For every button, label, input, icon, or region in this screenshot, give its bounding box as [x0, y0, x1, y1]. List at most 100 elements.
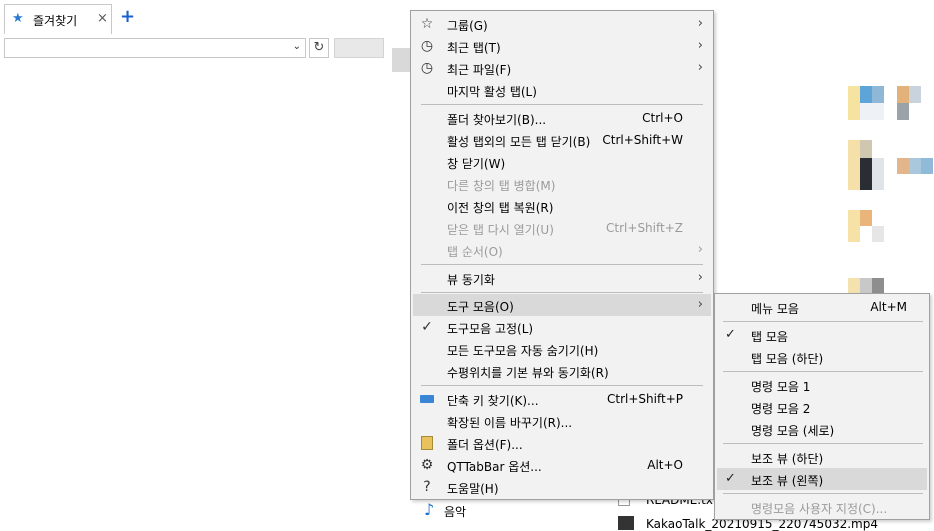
submenu-item-label: 명령 모음 1 — [751, 380, 811, 394]
thumbnail — [872, 86, 884, 103]
thumbnail — [872, 278, 884, 294]
submenu-item-command-bar-vertical[interactable]: 명령 모음 (세로) — [717, 418, 927, 440]
menu-item-autohide-toolbars[interactable]: 모든 도구모음 자동 숨기기(H) — [413, 338, 711, 360]
menu-item-groups[interactable]: ☆ 그룹(G) › — [413, 13, 711, 35]
menu-item-browse-folder[interactable]: 폴더 찾아보기(B)... Ctrl+O — [413, 107, 711, 129]
menu-item-label: 이전 창의 탭 복원(R) — [447, 201, 554, 215]
menu-item-last-active-tab[interactable]: 마지막 활성 탭(L) — [413, 79, 711, 101]
menu-item-label: 도움말(H) — [447, 482, 499, 496]
submenu-item-label: 명령 모음 (세로) — [751, 424, 835, 438]
menu-item-recent-files[interactable]: ◷ 최근 파일(F) › — [413, 57, 711, 79]
submenu-item-tab-bar[interactable]: ✓ 탭 모음 — [717, 324, 927, 346]
submenu-arrow-icon: › — [697, 242, 703, 257]
menu-item-shortcut: Ctrl+Shift+Z — [606, 221, 683, 235]
menu-item-close-window[interactable]: 창 닫기(W) — [413, 151, 711, 173]
menu-item-qttabbar-options[interactable]: ⚙ QTTabBar 옵션... Alt+O — [413, 454, 711, 476]
menu-item-lock-toolbars[interactable]: ✓ 도구모음 고정(L) — [413, 316, 711, 338]
thumbnail — [872, 226, 884, 242]
context-menu: ☆ 그룹(G) › ◷ 최근 탭(T) › ◷ 최근 파일(F) › 마지막 활… — [410, 10, 714, 500]
menu-item-label: 다른 창의 탭 병합(M) — [447, 179, 556, 193]
submenu-item-label: 보조 뷰 (왼쪽) — [751, 474, 824, 488]
menu-item-label: 창 닫기(W) — [447, 157, 506, 171]
refresh-button[interactable]: ↻ — [309, 38, 329, 58]
thumbnail — [848, 278, 860, 294]
menu-item-label: 탭 순서(O) — [447, 245, 503, 259]
menu-item-restore-tabs[interactable]: 이전 창의 탭 복원(R) — [413, 195, 711, 217]
search-box[interactable] — [334, 38, 384, 58]
tab-strip: ★ 즐겨찾기 × + — [0, 0, 410, 36]
submenu-item-sub-view-left[interactable]: ✓ 보조 뷰 (왼쪽) — [717, 468, 927, 490]
sidebar-item-label: 음악 — [444, 505, 467, 519]
menu-item-label: 닫은 탭 다시 열기(U) — [447, 223, 554, 237]
submenu-item-menu-bar[interactable]: 메뉴 모음 Alt+M — [717, 296, 927, 318]
submenu-item-customize-command-bar: 명령모음 사용자 지정(C)... — [717, 496, 927, 518]
tab-favorites[interactable]: ★ 즐겨찾기 × — [4, 4, 112, 34]
menu-item-label: 단축 키 찾기(K)... — [447, 394, 539, 408]
music-note-icon: ♪ — [424, 500, 435, 519]
star-icon: ☆ — [420, 16, 434, 32]
menu-item-label: 도구모음 고정(L) — [447, 322, 534, 336]
menu-separator — [421, 264, 703, 265]
thumbnail — [909, 86, 921, 103]
new-tab-button[interactable]: + — [120, 6, 135, 27]
chevron-down-icon[interactable]: ⌄ — [293, 41, 301, 52]
address-row: ⌄ ↻ — [0, 36, 410, 62]
submenu-item-label: 명령 모음 2 — [751, 402, 811, 416]
menu-item-label: 도구 모음(O) — [447, 300, 514, 314]
thumbnail — [860, 140, 872, 158]
help-icon: ? — [423, 479, 431, 495]
menu-separator — [723, 443, 923, 444]
menu-item-shortcut: Ctrl+O — [642, 111, 683, 125]
menu-item-label: 그룹(G) — [447, 19, 488, 33]
menu-separator — [723, 371, 923, 372]
submenu-item-label: 탭 모음 — [751, 330, 788, 344]
menu-item-extended-rename[interactable]: 확장된 이름 바꾸기(R)... — [413, 410, 711, 432]
submenu-item-label: 메뉴 모음 — [751, 302, 799, 316]
submenu-item-shortcut: Alt+M — [870, 300, 907, 314]
menu-separator — [723, 321, 923, 322]
menu-separator — [723, 493, 923, 494]
menu-item-view-sync[interactable]: 뷰 동기화 › — [413, 267, 711, 289]
submenu-item-command-bar-1[interactable]: 명령 모음 1 — [717, 374, 927, 396]
submenu-item-sub-view-bottom[interactable]: 보조 뷰 (하단) — [717, 446, 927, 468]
menu-item-label: 확장된 이름 바꾸기(R)... — [447, 416, 573, 430]
video-thumbnail-icon — [618, 516, 634, 530]
clock-icon: ◷ — [420, 60, 434, 76]
submenu-item-tab-bar-bottom[interactable]: 탭 모음 (하단) — [717, 346, 927, 368]
menu-separator — [421, 104, 703, 105]
check-icon: ✓ — [421, 319, 433, 335]
toolbar-block — [392, 48, 412, 72]
submenu-arrow-icon: › — [697, 270, 703, 285]
menu-item-find-shortcut[interactable]: 단축 키 찾기(K)... Ctrl+Shift+P — [413, 388, 711, 410]
toolbars-submenu: 메뉴 모음 Alt+M ✓ 탭 모음 탭 모음 (하단) 명령 모음 1 명령 … — [714, 293, 930, 520]
submenu-arrow-icon: › — [697, 60, 703, 75]
submenu-item-label: 보조 뷰 (하단) — [751, 452, 824, 466]
thumbnail — [909, 158, 921, 174]
thumbnail — [897, 158, 909, 174]
menu-item-help[interactable]: ? 도움말(H) — [413, 476, 711, 498]
thumbnail — [860, 158, 872, 190]
menu-item-folder-options[interactable]: 폴더 옵션(F)... — [413, 432, 711, 454]
thumbnail — [860, 278, 872, 294]
menu-item-reopen-closed-tab: 닫은 탭 다시 열기(U) Ctrl+Shift+Z — [413, 217, 711, 239]
thumbnail — [897, 103, 909, 120]
menu-item-toolbars[interactable]: 도구 모음(O) › — [413, 294, 711, 316]
thumbnail — [897, 86, 909, 103]
menu-item-sync-horizontal[interactable]: 수평위치를 기본 뷰와 동기화(R) — [413, 360, 711, 382]
thumbnail — [872, 158, 884, 190]
submenu-arrow-icon: › — [697, 16, 703, 31]
folder-options-icon — [419, 435, 435, 451]
thumbnail — [848, 86, 860, 120]
menu-item-label: 모든 도구모음 자동 숨기기(H) — [447, 344, 599, 358]
menu-item-tab-order: 탭 순서(O) › — [413, 239, 711, 261]
address-combobox[interactable]: ⌄ — [4, 38, 306, 58]
menu-item-label: 폴더 찾아보기(B)... — [447, 113, 547, 127]
menu-item-close-other-tabs[interactable]: 활성 탭외의 모든 탭 닫기(B) Ctrl+Shift+W — [413, 129, 711, 151]
menu-item-label: 최근 파일(F) — [447, 63, 512, 77]
tab-close-icon[interactable]: × — [97, 11, 108, 26]
gear-icon: ⚙ — [420, 457, 434, 473]
submenu-item-command-bar-2[interactable]: 명령 모음 2 — [717, 396, 927, 418]
menu-item-recent-tabs[interactable]: ◷ 최근 탭(T) › — [413, 35, 711, 57]
menu-item-label: 활성 탭외의 모든 탭 닫기(B) — [447, 135, 591, 149]
menu-separator — [421, 292, 703, 293]
